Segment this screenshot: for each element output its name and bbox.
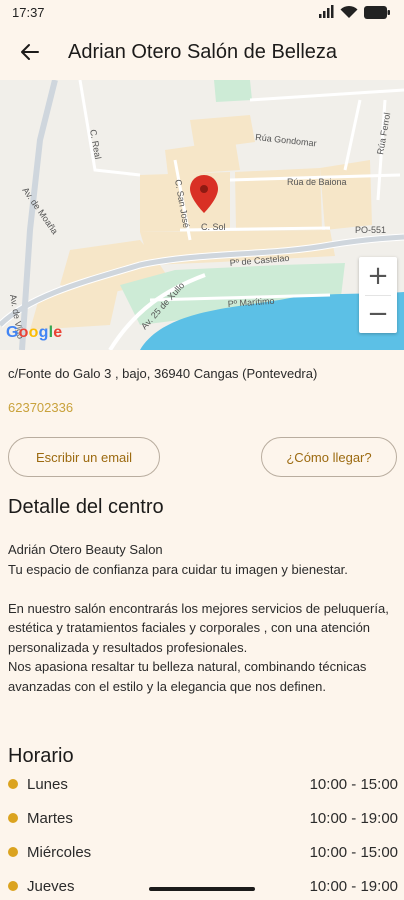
address-text: c/Fonte do Galo 3 , bajo, 36940 Cangas (… [8, 366, 318, 381]
bullet-icon [8, 813, 18, 823]
schedule-list: Lunes 10:00 - 15:00 Martes 10:00 - 19:00… [8, 767, 398, 900]
schedule-day: Miércoles [27, 843, 92, 861]
street-label: Av. de Moaña [20, 185, 60, 236]
schedule-row: Martes 10:00 - 19:00 [8, 801, 398, 835]
street-label: Rúa de Baiona [287, 177, 347, 187]
schedule-day: Lunes [27, 775, 68, 793]
zoom-in-button[interactable]: + [359, 257, 397, 295]
street-label: Av. de Galicia [329, 80, 385, 82]
directions-button[interactable]: ¿Cómo llegar? [261, 437, 397, 477]
back-button[interactable] [14, 36, 46, 68]
street-label: C. Sol [201, 222, 226, 232]
schedule-hours: 10:00 - 15:00 [309, 775, 398, 793]
signal-icon [319, 5, 334, 18]
bullet-icon [8, 779, 18, 789]
page-title: Adrian Otero Salón de Belleza [68, 40, 338, 63]
detail-heading: Detalle del centro [8, 496, 164, 518]
schedule-hours: 10:00 - 19:00 [309, 809, 398, 827]
schedule-row: Miércoles 10:00 - 15:00 [8, 835, 398, 869]
street-label: PO-551 [355, 225, 386, 235]
map-canvas[interactable]: C. Real C. San José C. Sol Rúa de Baiona… [0, 80, 404, 350]
schedule-row: Jueves 10:00 - 19:00 [8, 869, 398, 900]
phone-link[interactable]: 623702336 [8, 400, 73, 415]
google-logo: Google [6, 324, 63, 341]
schedule-heading: Horario [8, 745, 74, 767]
zoom-out-button[interactable]: − [359, 295, 397, 333]
home-indicator[interactable] [149, 887, 255, 891]
street-label: Rúa Ferrol [375, 112, 392, 156]
street-label: Rúa Gondomar [255, 132, 317, 148]
bullet-icon [8, 847, 18, 857]
app-bar: Adrian Otero Salón de Belleza [0, 24, 404, 80]
status-icons [318, 5, 390, 19]
schedule-day: Jueves [27, 877, 75, 895]
detail-description: Adrián Otero Beauty Salon Tu espacio de … [8, 542, 389, 694]
schedule-day: Martes [27, 809, 73, 827]
status-bar: 17:37 [0, 0, 404, 24]
map-view[interactable]: C. Real C. San José C. Sol Rúa de Baiona… [0, 80, 404, 350]
status-time: 17:37 [12, 4, 45, 20]
schedule-row: Lunes 10:00 - 15:00 [8, 767, 398, 801]
battery-icon [364, 5, 390, 19]
schedule-hours: 10:00 - 19:00 [309, 877, 398, 895]
schedule-hours: 10:00 - 15:00 [309, 843, 398, 861]
map-zoom-control: + − [359, 257, 397, 333]
wifi-icon [340, 5, 358, 18]
arrow-back-icon [21, 44, 39, 60]
email-button[interactable]: Escribir un email [8, 437, 160, 477]
bullet-icon [8, 881, 18, 891]
